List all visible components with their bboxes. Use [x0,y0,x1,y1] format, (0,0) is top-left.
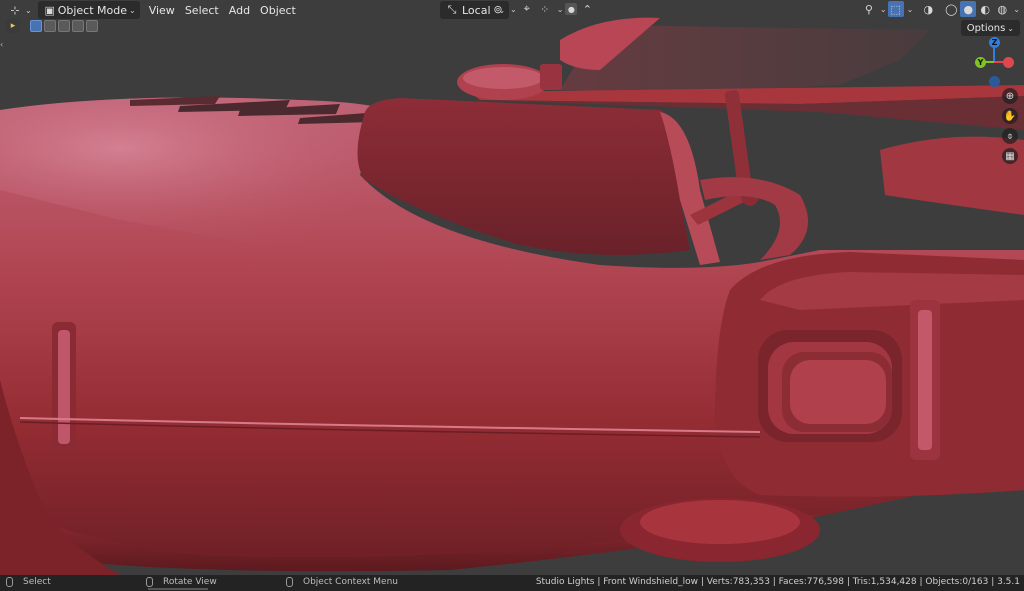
editor-type-icon: ⊹ [10,3,20,17]
mouse-middle-icon [146,577,153,587]
toolbar-expand-arrow-icon[interactable]: ‹ [0,40,3,49]
navigation-gizmo[interactable]: Z Y [974,34,1024,94]
select-mode-extend-icon[interactable] [44,20,56,32]
axis-neg-z-icon[interactable] [989,76,1000,87]
viewport-header: ⊹ ⌄ ▣ Object Mode ⌄ View Select Add Objec… [0,0,1024,20]
zoom-icon[interactable]: ⊕ [1002,88,1018,104]
status-rotate-label: Rotate View [163,577,217,587]
shading-wireframe-icon[interactable]: ◯ [943,1,959,17]
select-mode-intersect-icon[interactable] [86,20,98,32]
mode-label: Object Mode [57,3,127,17]
select-mode-subtract-icon[interactable] [58,20,70,32]
menu-object[interactable]: Object [255,4,301,17]
chevron-down-icon: ⌄ [556,4,564,14]
chevron-down-icon: ⌄ [879,4,887,14]
camera-icon[interactable]: ⌽ [1002,128,1018,144]
car-render [0,17,1024,575]
proportional-edit-icon[interactable]: ● [565,3,578,15]
gizmo-visibility-icon[interactable]: ⚲ [861,1,877,17]
navigation-tools: ⊕ ✋ ⌽ ▦ [1002,88,1018,164]
status-context: Object Context Menu [286,577,398,587]
shading-solid-icon[interactable]: ● [960,1,977,17]
select-mode-invert-icon[interactable] [72,20,84,32]
menu-view[interactable]: View [144,4,180,17]
chevron-down-icon: ⌄ [906,4,914,14]
status-select-label: Select [23,577,51,587]
object-mode-icon: ▣ [44,3,55,17]
axis-y-label: Y [977,58,984,67]
chevron-down-icon: ⌄ [129,5,136,15]
status-rotate: Rotate View [146,577,217,587]
scene-stats: Studio Lights | Front Windshield_low | V… [535,577,1020,587]
status-select: Select [6,577,51,587]
chevron-down-icon: ⌄ [510,4,517,14]
axis-y-icon[interactable]: Y [975,57,986,68]
options-label: Options [966,22,1006,34]
pivot-icon[interactable]: ⊚ [490,1,506,17]
xray-icon[interactable]: ◑ [920,1,936,17]
status-context-label: Object Context Menu [303,577,399,587]
chevron-down-icon: ⌄ [1007,23,1014,33]
transform-orientation-icon: ⤡ [447,3,457,16]
shading-rendered-icon[interactable]: ◍ [994,1,1010,17]
falloff-icon[interactable]: ⌃ [579,1,595,17]
editor-type-button[interactable]: ⊹ ⌄ [3,1,36,19]
axis-x-icon[interactable] [1003,57,1014,68]
chevron-down-icon: ⌄ [25,5,32,15]
grid-toggle-icon[interactable]: ▦ [1002,148,1018,164]
select-mode-new-icon[interactable] [30,20,42,32]
axis-z-label: Z [991,38,998,47]
hand-pan-icon[interactable]: ✋ [1002,108,1018,124]
tool-cursor-icon[interactable]: ▸ [6,19,20,33]
mouse-right-icon [286,577,293,587]
snap-target-icon[interactable]: ⁘ [537,1,553,17]
mode-selector[interactable]: ▣ Object Mode ⌄ [37,1,140,19]
overlay-icon[interactable]: ⬚ [887,1,904,17]
snap-icon[interactable]: ⌖ [519,1,535,17]
chevron-down-icon: ⌄ [1013,4,1020,14]
axis-z-icon[interactable]: Z [989,37,1000,48]
mouse-left-icon [6,577,13,587]
menu-select[interactable]: Select [180,4,224,17]
orientation-label: Local [462,3,491,17]
tool-settings-row: ▸ [6,18,98,34]
status-scroll-indicator [148,588,208,590]
shading-material-icon[interactable]: ◐ [977,1,993,17]
menu-add[interactable]: Add [224,4,255,17]
3d-viewport[interactable]: ⊹ ⌄ ▣ Object Mode ⌄ View Select Add Objec… [0,0,1024,575]
